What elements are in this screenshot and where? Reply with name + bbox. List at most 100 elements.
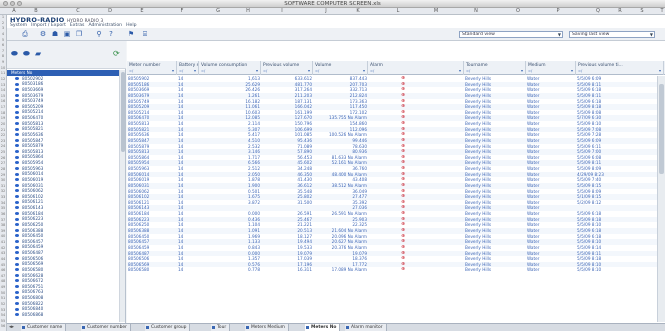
sort-icon[interactable]: ▾ [521,68,523,73]
scroll-thumb[interactable] [659,84,664,174]
column-header-e[interactable]: E [136,8,148,14]
column-header-b[interactable]: B [30,8,42,14]
column-header-o[interactable]: O [512,8,524,14]
column-header-a[interactable]: A [8,8,20,14]
window-icon[interactable]: ▣ [63,30,71,38]
row-number[interactable]: 44 [0,257,6,263]
filter-icon[interactable]: =/ [263,69,267,73]
refresh-icon[interactable]: ⟳ [113,50,122,58]
db-icon[interactable]: ⬬ [11,50,20,58]
column-header-t[interactable]: T [656,8,665,14]
column-header-f[interactable]: F [176,8,188,14]
sheet-tab[interactable]: Meters No [305,324,341,331]
row-number[interactable]: 36 [0,212,6,218]
sheet-tab[interactable]: Customer name [21,324,67,331]
row-number[interactable]: 46 [0,268,6,274]
tree-scrollbar[interactable] [119,70,125,322]
column-header[interactable]: Previous volume =/ ▾ [261,61,313,75]
row-number[interactable]: 33 [0,195,6,201]
row-number[interactable]: 30 [0,178,6,184]
filter-icon[interactable]: =/ [370,69,374,73]
column-header-n[interactable]: N [470,8,482,14]
sort-icon[interactable]: ▾ [571,68,573,73]
filter-icon[interactable]: =/ [129,69,133,73]
column-header[interactable]: Medium =/ ▾ [526,61,576,75]
row-number[interactable]: 52 [0,302,6,308]
graph-icon[interactable]: ⌸ [141,30,149,38]
column-header-i[interactable]: I [276,8,288,14]
tree-item-label: 80503669 [22,86,44,92]
sort-icon[interactable]: ▾ [194,68,196,73]
filter-icon[interactable]: =/ [179,69,183,73]
settings-icon[interactable]: ⚙ [39,30,47,38]
sheet-tab[interactable]: Meters Medium [245,324,289,331]
close-button[interactable] [3,1,8,6]
alarm-icon[interactable]: ⊕ [398,267,408,273]
zoom-button[interactable] [17,1,22,6]
column-header-q[interactable]: Q [592,8,604,14]
column-header-p[interactable]: P [552,8,564,14]
row-number[interactable]: 54 [0,313,6,319]
row-number[interactable]: 12 [0,77,6,83]
sort-icon[interactable]: ▾ [172,68,174,73]
column-header-g[interactable]: G [212,8,224,14]
column-header-h[interactable]: H [242,8,254,14]
filter-icon[interactable]: =/ [578,69,582,73]
users-icon[interactable]: ☗ [51,30,59,38]
column-header-j[interactable]: J [320,8,332,14]
sort-icon[interactable]: ▾ [659,68,661,73]
question-icon[interactable]: ? [107,30,115,38]
minimize-button[interactable] [10,1,15,6]
view-select[interactable]: Standard view ▼ [459,31,563,38]
column-header-c[interactable]: C [72,8,84,14]
filter-icon[interactable]: =/ [315,69,319,73]
column-header-s[interactable]: S [636,8,648,14]
column-header[interactable]: Alarm =/ ▾ [368,61,464,75]
row-number[interactable]: 17 [0,105,6,111]
scroll-thumb[interactable] [121,72,125,152]
column-header-l[interactable]: L [392,8,404,14]
tab-nav-icon[interactable]: ◂▸ [9,324,14,331]
column-header-d[interactable]: D [104,8,116,14]
column-header[interactable]: Volume consumption =/ ▾ [199,61,261,75]
row-number[interactable]: 14 [0,88,6,94]
row-number[interactable]: 38 [0,223,6,229]
column-header[interactable]: Meter number =/ ▾ [127,61,177,75]
filter-icon[interactable]: =/ [528,69,532,73]
sort-icon[interactable]: ▾ [308,68,310,73]
row-number[interactable]: 56 [0,324,6,330]
column-header-r[interactable]: R [614,8,626,14]
sheet-tab[interactable]: Customer number [81,324,131,331]
sheet-tab[interactable]: Tour [211,324,231,331]
link-icon[interactable]: ⬬ [23,50,32,58]
row-number[interactable]: 49 [0,285,6,291]
column-header[interactable]: Previous volume ti... =/ ▾ [576,61,664,75]
sheet-tab[interactable]: Customer group [145,324,191,331]
printer-icon[interactable]: ⎙ [21,30,29,38]
column-header[interactable]: Volume =/ ▾ [313,61,368,75]
column-header-m[interactable]: M [430,8,442,14]
sheet-tab[interactable]: Alarm monitor [345,324,387,331]
column-header-k[interactable]: K [352,8,364,14]
column-header[interactable]: Battery st...=/ ▾ [177,61,199,75]
grid-scrollbar[interactable] [657,76,665,322]
meter-icon [15,313,19,317]
tree-item[interactable]: 80506868 [7,312,119,318]
filter-icon[interactable]: =/ [201,69,205,73]
row-number[interactable]: 20 [0,122,6,128]
sort-icon[interactable]: ▾ [256,68,258,73]
sort-icon[interactable]: ▾ [459,68,461,73]
column-header[interactable]: Tourname =/ ▾ [464,61,526,75]
pin-icon[interactable]: ⚑ [127,30,135,38]
row-number[interactable]: 28 [0,167,6,173]
row-number[interactable]: 41 [0,240,6,246]
copy-icon[interactable]: ❐ [75,30,83,38]
filter-icon[interactable]: =/ [466,69,470,73]
field-select[interactable]: Saving last view ▼ [569,31,655,38]
folder-icon[interactable]: ▰ [35,50,44,58]
table-row[interactable]: 80506580 14 0.778 16.311 17.089 No Alarm ⊕ Bev… [127,267,665,273]
help-icon[interactable]: ⚲ [95,30,103,38]
row-number[interactable]: 25 [0,150,6,156]
sort-icon[interactable]: ▾ [363,68,365,73]
row-number[interactable]: 22 [0,133,6,139]
